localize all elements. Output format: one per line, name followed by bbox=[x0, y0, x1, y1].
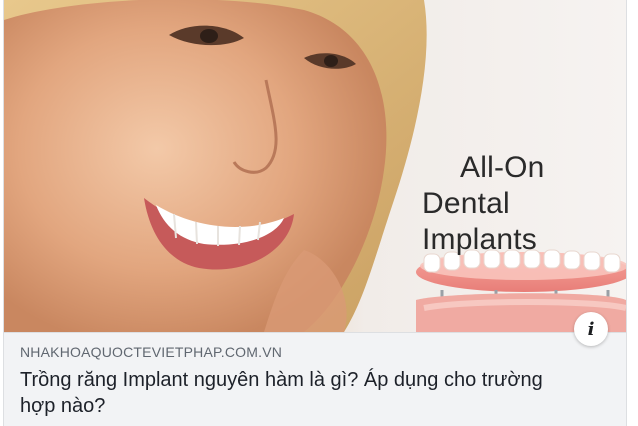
link-preview-meta[interactable]: NHAKHOAQUOCTEVIETPHAP.COM.VN Trồng răng … bbox=[4, 332, 626, 426]
image-caption-line-1: All-On bbox=[460, 151, 545, 184]
preview-image[interactable]: All-On Dental Implants bbox=[4, 0, 626, 332]
info-button[interactable]: i bbox=[574, 312, 608, 346]
image-caption-line-2: Dental Implants bbox=[422, 187, 537, 256]
link-preview-card[interactable]: All-On Dental Implants i NHAKHOAQUOCTEVI… bbox=[3, 0, 627, 426]
info-icon: i bbox=[587, 318, 595, 340]
link-title[interactable]: Trồng răng Implant nguyên hàm là gì? Áp … bbox=[20, 367, 580, 419]
link-domain: NHAKHOAQUOCTEVIETPHAP.COM.VN bbox=[20, 344, 283, 360]
image-caption: All-On Dental Implants bbox=[422, 150, 626, 258]
